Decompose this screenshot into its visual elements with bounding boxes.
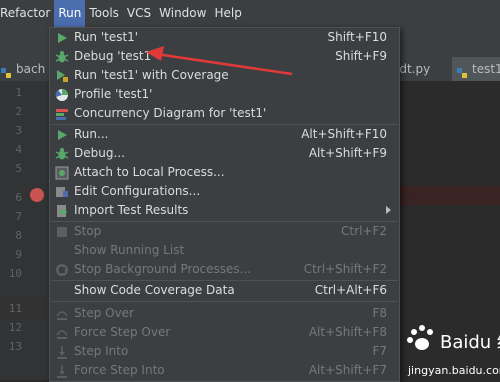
line-number: 8 [15, 229, 22, 242]
menu-item-label: Show Code Coverage Data [74, 283, 235, 297]
menu-tools[interactable]: Tools [85, 0, 123, 27]
line-number: 13 [8, 340, 22, 353]
stop-icon [55, 225, 69, 239]
baidu-logo-icon: Baidu 经验 [407, 325, 500, 353]
menu-item-step-over[interactable]: Step Over F8 [50, 304, 399, 323]
menu-item-show-code-coverage[interactable]: Show Code Coverage Data Ctrl+Alt+F6 [50, 281, 399, 300]
run-icon [55, 31, 69, 45]
step-over-icon [55, 307, 69, 321]
menu-item-label: Force Step Into [74, 363, 165, 377]
line-number: 6 [15, 191, 22, 204]
menu-item-shortcut: Alt+Shift+F7 [308, 363, 387, 377]
menu-item-force-step-into[interactable]: Force Step Into Alt+Shift+F7 [50, 361, 399, 380]
python-file-icon [456, 63, 468, 78]
menu-item-label: Edit Configurations... [74, 184, 201, 198]
python-file-icon [0, 63, 12, 78]
menu-item-profile[interactable]: Profile 'test1' [50, 85, 399, 104]
watermark-url: jingyan.baidu.com [408, 364, 500, 377]
menu-item-label: Attach to Local Process... [74, 165, 225, 179]
import-icon [55, 204, 69, 218]
run-icon [55, 128, 69, 142]
coverage-icon [55, 69, 69, 83]
line-number: 7 [15, 210, 22, 223]
run-menu-dropdown: Run 'test1' Shift+F10 Debug 'test1' Shif… [49, 27, 400, 382]
menu-item-shortcut: Ctrl+Alt+F6 [314, 283, 387, 297]
menu-item-shortcut: Ctrl+F2 [341, 224, 387, 238]
tab-ldt[interactable]: ldt.py [396, 57, 446, 81]
line-number: 4 [15, 143, 22, 156]
tab-test1[interactable]: test1. [452, 57, 500, 81]
step-into-icon [55, 345, 69, 359]
menu-item-label: Profile 'test1' [74, 87, 153, 101]
line-number: 10 [8, 267, 22, 280]
menu-item-edit-configurations[interactable]: Edit Configurations... [50, 182, 399, 201]
menu-item-label: Run 'test1' [74, 30, 139, 44]
line-number: 1 [15, 86, 22, 99]
tab-label: bach [16, 62, 46, 76]
menu-item-shortcut: Ctrl+Shift+F2 [303, 262, 387, 276]
menu-item-shortcut: Alt+Shift+F8 [308, 325, 387, 339]
menu-item-force-step-over[interactable]: Force Step Over Alt+Shift+F8 [50, 323, 399, 342]
menu-item-run-dialog[interactable]: Run... Alt+Shift+F10 [50, 125, 399, 144]
profile-icon [55, 88, 69, 102]
menu-item-label: Show Running List [74, 243, 185, 257]
line-number: 11 [8, 302, 22, 315]
breakpoint-line-highlight [400, 186, 500, 205]
main-menubar: Refactor Run Tools VCS Window Help [0, 0, 500, 28]
baidu-watermark: Baidu 经验 jingyan.baidu.com [400, 318, 500, 380]
line-number: 5 [15, 162, 22, 175]
menu-item-label: Import Test Results [74, 203, 189, 217]
menu-vcs[interactable]: VCS [123, 0, 155, 27]
tab-label: ldt.py [396, 62, 431, 76]
concurrency-icon [55, 107, 69, 121]
menu-item-shortcut: F7 [372, 344, 387, 358]
menu-separator [51, 301, 398, 302]
menu-item-import-test-results[interactable]: Import Test Results [50, 201, 399, 220]
menu-item-stop-background-processes[interactable]: Stop Background Processes... Ctrl+Shift+… [50, 260, 399, 279]
menu-item-shortcut: Shift+F10 [327, 30, 387, 44]
edit-config-icon [55, 185, 69, 199]
breakpoint-marker[interactable] [30, 188, 44, 202]
menu-item-shortcut: Alt+Shift+F9 [308, 146, 387, 160]
menu-item-label: Debug... [74, 146, 125, 160]
menu-run[interactable]: Run [54, 0, 86, 27]
menu-item-label: Stop Background Processes... [74, 262, 252, 276]
menu-refactor[interactable]: Refactor [0, 0, 54, 27]
stop-bg-icon [55, 263, 69, 277]
menu-item-label: Step Over [74, 306, 134, 320]
tab-label: test1. [472, 62, 500, 76]
menu-item-concurrency-diagram[interactable]: Concurrency Diagram for 'test1' [50, 104, 399, 123]
menu-item-shortcut: Alt+Shift+F10 [301, 127, 387, 141]
menu-item-label: Run... [74, 127, 109, 141]
menu-item-show-running-list[interactable]: Show Running List [50, 241, 399, 260]
watermark-brand: Baidu 经验 [440, 332, 500, 353]
menu-window[interactable]: Window [155, 0, 210, 27]
attach-icon [55, 166, 69, 180]
menu-help[interactable]: Help [210, 0, 245, 27]
menu-item-shortcut: Shift+F9 [335, 49, 387, 63]
line-number: 12 [8, 321, 22, 334]
menu-item-shortcut: F8 [372, 306, 387, 320]
editor-gutter: 1 2 3 4 5 6 7 8 9 10 11 12 13 [0, 81, 50, 380]
line-number: 9 [15, 248, 22, 261]
line-number: 2 [15, 105, 22, 118]
menu-item-label: Stop [74, 224, 102, 238]
annotation-arrow [146, 46, 293, 76]
menu-item-debug-dialog[interactable]: Debug... Alt+Shift+F9 [50, 144, 399, 163]
submenu-arrow-icon [386, 206, 391, 214]
menu-item-step-into[interactable]: Step Into F7 [50, 342, 399, 361]
force-step-into-icon [55, 364, 69, 378]
menu-item-label: Concurrency Diagram for 'test1' [74, 106, 267, 120]
menu-item-label: Step Into [74, 344, 129, 358]
menu-item-stop[interactable]: Stop Ctrl+F2 [50, 222, 399, 241]
debug-icon [55, 147, 69, 161]
line-number: 3 [15, 124, 22, 137]
menu-item-label: Force Step Over [74, 325, 171, 339]
debug-icon [55, 50, 69, 64]
menu-item-attach-process[interactable]: Attach to Local Process... [50, 163, 399, 182]
tab-bach[interactable]: bach [0, 57, 55, 81]
force-step-over-icon [55, 326, 69, 340]
